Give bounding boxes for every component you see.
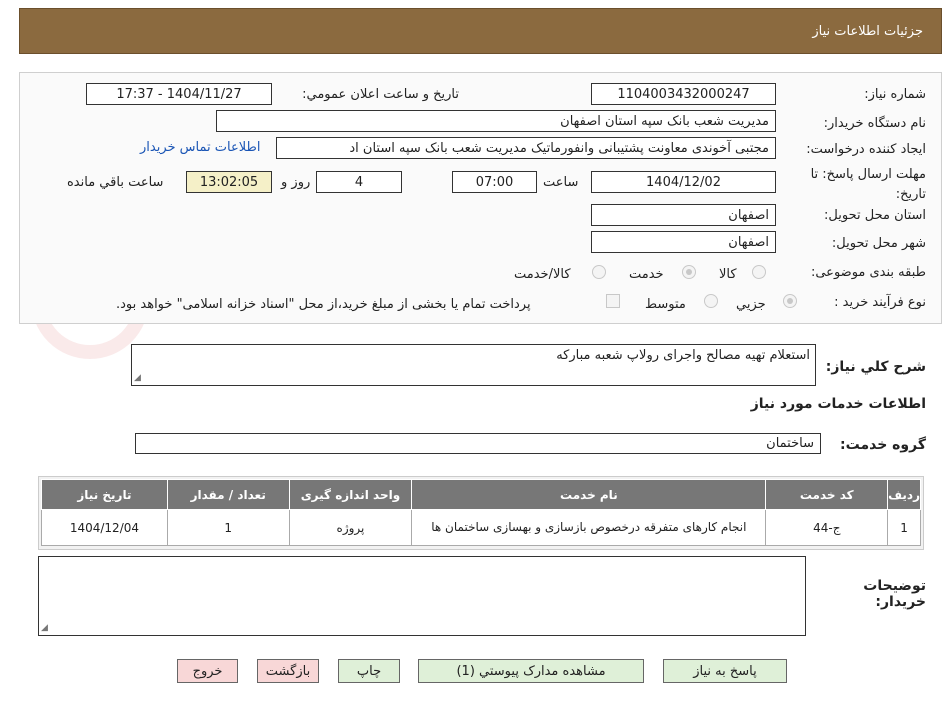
cell-unit: پروژه (288, 509, 413, 546)
col-unit-header: واحد اندازه گیری (288, 479, 413, 510)
purchase-medium-label: متوسط (645, 297, 686, 312)
col-date-header: تاریخ نیاز (41, 479, 168, 510)
treasury-note: پرداخت تمام یا بخشی از مبلغ خرید،از محل … (116, 297, 531, 312)
delivery-province-label: استان محل تحویل: (824, 208, 926, 223)
cell-date: 1404/12/04 (41, 509, 168, 546)
summary-label: شرح کلي نیاز: (825, 359, 926, 375)
category-goods-service-radio[interactable] (592, 265, 606, 279)
requester-field: مجتبی آخوندی معاونت پشتیبانی وانفورماتیک… (276, 137, 776, 159)
buyer-org-field: مدیریت شعب بانک سپه استان اصفهان (216, 110, 776, 132)
purchase-minor-radio[interactable] (783, 294, 797, 308)
summary-text: استعلام تهیه مصالح واجرای رولاپ شعبه مبا… (556, 348, 810, 363)
resize-grip-icon[interactable]: ◢ (134, 373, 141, 383)
print-button[interactable]: چاپ (338, 659, 400, 683)
reply-button[interactable]: پاسخ به نیاز (663, 659, 787, 683)
col-qty-header: تعداد / مقدار (166, 479, 290, 510)
cell-name: انجام کارهای متفرقه درخصوص بازسازی و بهس… (411, 509, 767, 546)
category-goods-service-label: کالا/خدمت (514, 267, 571, 282)
services-section-title: اطلاعات خدمات مورد نیاز (750, 396, 926, 412)
buyer-notes-label-line1: توضیحات (863, 578, 926, 594)
buyer-org-label: نام دستگاه خریدار: (823, 116, 926, 131)
exit-button[interactable]: خروج (177, 659, 238, 683)
services-table: ردیف کد خدمت نام خدمت واحد اندازه گیری ت… (41, 479, 921, 546)
table-row: 1 ج-44 انجام کارهای متفرقه درخصوص بازساز… (41, 509, 921, 546)
remaining-time-label: ساعت باقي مانده (67, 175, 164, 190)
category-goods-radio[interactable] (752, 265, 766, 279)
deadline-days-field: 4 (316, 171, 402, 193)
delivery-province-field: اصفهان (591, 204, 776, 226)
resize-grip-icon[interactable]: ◢ (41, 623, 48, 633)
deadline-label: مهلت ارسال پاسخ: تا تاریخ: (810, 167, 926, 202)
need-number-label: شماره نیاز: (864, 87, 926, 102)
page-title: جزئیات اطلاعات نیاز (812, 23, 923, 39)
announce-datetime-label: تاریخ و ساعت اعلان عمومي: (302, 87, 459, 102)
service-group-field: ساختمان (135, 433, 821, 454)
cell-qty: 1 (166, 509, 290, 546)
delivery-city-label: شهر محل تحویل: (831, 236, 926, 251)
announce-datetime-field: 1404/11/27 - 17:37 (86, 83, 272, 105)
cell-code: ج-44 (765, 509, 889, 546)
cell-row: 1 (887, 509, 921, 546)
requester-label: ایجاد کننده درخواست: (806, 142, 926, 157)
view-attachments-button[interactable]: مشاهده مدارک پیوستي (1) (418, 659, 644, 683)
deadline-time-label: ساعت (543, 175, 579, 190)
page-header: جزئیات اطلاعات نیاز (19, 8, 942, 54)
buyer-contact-link[interactable]: اطلاعات تماس خریدار (140, 140, 260, 155)
summary-textarea[interactable]: استعلام تهیه مصالح واجرای رولاپ شعبه مبا… (131, 344, 816, 386)
category-goods-label: کالا (719, 267, 737, 282)
buyer-notes-label-line2: خریدار: (875, 594, 926, 610)
service-group-label: گروه خدمت: (840, 437, 926, 453)
deadline-date-field: 1404/12/02 (591, 171, 776, 193)
treasury-checkbox[interactable] (606, 294, 620, 308)
purchase-minor-label: جزيي (736, 297, 766, 312)
remaining-time-field: 13:02:05 (186, 171, 272, 193)
buyer-notes-label: توضیحات خریدار: (863, 578, 926, 610)
purchase-type-label: نوع فرآیند خرید : (834, 295, 926, 310)
purchase-medium-radio[interactable] (704, 294, 718, 308)
delivery-city-field: اصفهان (591, 231, 776, 253)
category-service-radio[interactable] (682, 265, 696, 279)
table-header-row: ردیف کد خدمت نام خدمت واحد اندازه گیری ت… (41, 479, 921, 510)
col-row-header: ردیف (887, 479, 921, 510)
category-service-label: خدمت (629, 267, 664, 282)
services-table-container: ردیف کد خدمت نام خدمت واحد اندازه گیری ت… (38, 476, 924, 550)
category-label: طبقه بندی موضوعی: (810, 265, 926, 280)
back-button[interactable]: بازگشت (257, 659, 319, 683)
col-code-header: کد خدمت (765, 479, 889, 510)
need-number-field: 1104003432000247 (591, 83, 776, 105)
col-name-header: نام خدمت (411, 479, 767, 510)
deadline-time-field: 07:00 (452, 171, 537, 193)
deadline-days-label: روز و (281, 175, 311, 190)
buyer-notes-textarea[interactable]: ◢ (38, 556, 806, 636)
